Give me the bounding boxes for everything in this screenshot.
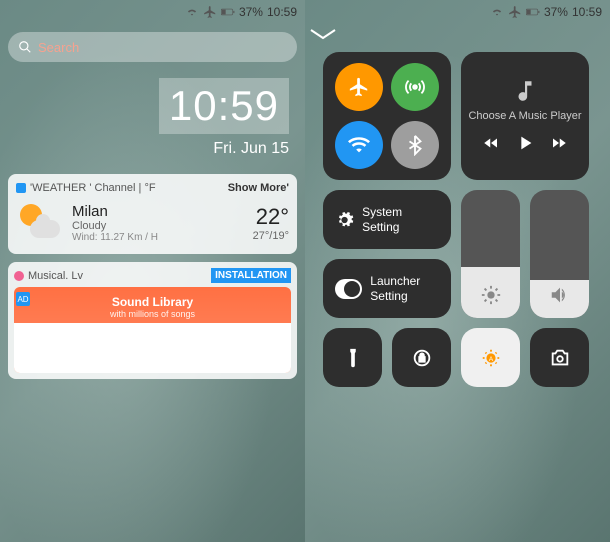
camera-icon — [549, 347, 571, 369]
cellular-button[interactable] — [391, 63, 439, 111]
search-input[interactable] — [38, 40, 287, 55]
sound-lib-preview — [14, 323, 291, 373]
clock-date: Fri. Jun 15 — [16, 140, 289, 158]
airplane-icon — [508, 5, 522, 19]
gear-icon — [335, 210, 354, 230]
install-badge[interactable]: INSTALLATION — [211, 268, 291, 283]
launcher-settings-button[interactable]: Launcher Setting — [323, 259, 451, 318]
weather-card[interactable]: 'WEATHER ' Channel | °F Show More' Milan… — [8, 174, 297, 254]
battery-icon — [221, 5, 235, 19]
weather-city: Milan — [72, 203, 243, 220]
weather-temp: 22° — [253, 204, 289, 230]
rotation-lock-button[interactable] — [392, 328, 451, 387]
music-card-title: Musical. Lv — [28, 270, 83, 282]
weather-condition-icon — [16, 200, 62, 246]
weather-app-icon — [16, 183, 26, 193]
ad-tag: AD — [16, 292, 30, 306]
weather-wind: Wind: 11.27 Km / H — [72, 232, 243, 243]
search-bar[interactable] — [8, 32, 297, 62]
volume-slider[interactable] — [530, 190, 589, 318]
svg-text:A: A — [488, 355, 493, 362]
sound-lib-title: Sound Library — [14, 295, 291, 309]
battery-percent: 37% — [544, 5, 568, 19]
battery-icon — [526, 5, 540, 19]
system-settings-button[interactable]: System Setting — [323, 190, 451, 249]
launcher-settings-label: Launcher Setting — [370, 274, 439, 303]
clock-time: 10:59 — [159, 78, 289, 134]
weather-condition: Cloudy — [72, 220, 243, 232]
sound-library-banner[interactable]: Sound Library with millions of songs — [14, 287, 291, 373]
sound-lib-subtitle: with millions of songs — [14, 309, 291, 319]
flashlight-button[interactable] — [323, 328, 382, 387]
home-screen: 37% 10:59 10:59 Fri. Jun 15 'WEATHER ' C… — [0, 0, 305, 542]
connectivity-tile — [323, 52, 451, 180]
system-settings-label: System Setting — [362, 205, 439, 234]
wifi-button[interactable] — [335, 121, 383, 169]
play-button[interactable] — [514, 132, 536, 154]
toggle-icon — [335, 279, 362, 299]
battery-percent: 37% — [239, 5, 263, 19]
show-more-button[interactable]: Show More' — [228, 182, 289, 194]
flashlight-icon — [342, 347, 364, 369]
status-time: 10:59 — [267, 5, 297, 19]
airplane-mode-button[interactable] — [335, 63, 383, 111]
wifi-icon — [185, 5, 199, 19]
brightness-slider[interactable] — [461, 190, 520, 318]
status-bar: 37% 10:59 — [305, 0, 610, 24]
rotation-lock-icon — [411, 347, 433, 369]
bluetooth-button[interactable] — [391, 121, 439, 169]
volume-icon — [549, 284, 571, 306]
brightness-icon — [480, 284, 502, 306]
status-time: 10:59 — [572, 5, 602, 19]
music-ad-card[interactable]: Musical. Lv INSTALLATION AD Sound Librar… — [8, 262, 297, 379]
night-mode-button[interactable]: A — [461, 328, 520, 387]
music-player-tile[interactable]: Choose A Music Player — [461, 52, 589, 180]
search-icon — [18, 40, 32, 54]
control-center-screen: 37% 10:59 Choose A Music Player — [305, 0, 610, 542]
camera-button[interactable] — [530, 328, 589, 387]
weather-temp-range: 27°/19° — [253, 230, 289, 242]
auto-brightness-icon: A — [480, 347, 502, 369]
prev-track-button[interactable] — [482, 134, 500, 152]
control-center: Choose A Music Player System Setting Lau… — [305, 44, 610, 405]
airplane-icon — [203, 5, 217, 19]
music-prompt: Choose A Music Player — [468, 110, 581, 122]
status-bar: 37% 10:59 — [0, 0, 305, 24]
collapse-chevron-icon[interactable] — [305, 24, 610, 44]
music-app-icon — [14, 271, 24, 281]
music-note-icon — [512, 78, 538, 104]
clock-widget[interactable]: 10:59 Fri. Jun 15 — [0, 70, 305, 166]
next-track-button[interactable] — [550, 134, 568, 152]
wifi-icon — [490, 5, 504, 19]
weather-channel-label: 'WEATHER ' Channel | °F — [30, 182, 156, 194]
